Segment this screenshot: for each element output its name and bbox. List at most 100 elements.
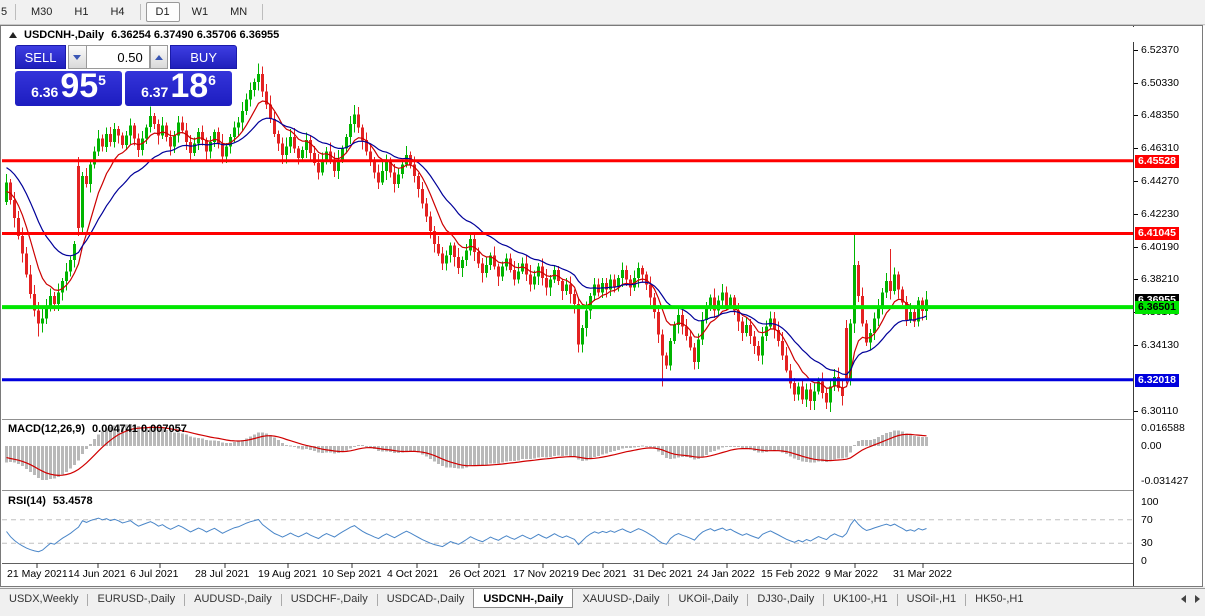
- timeframe-button-w1[interactable]: W1: [182, 2, 219, 22]
- date-label: 9 Dec 2021: [573, 568, 627, 580]
- date-label: 24 Jan 2022: [697, 568, 755, 580]
- chart-canvas[interactable]: [2, 42, 1133, 587]
- tab-uk100-h1[interactable]: UK100-,H1: [824, 590, 896, 607]
- price-axis-tick: [1134, 279, 1138, 280]
- macd-scale-label: 0.016588: [1141, 422, 1185, 434]
- rsi-value: 53.4578: [53, 495, 93, 507]
- rsi-line: [7, 518, 927, 552]
- order-prices-row: 6.36 95 5 6.37 18 6: [15, 71, 237, 106]
- date-label: 31 Dec 2021: [633, 568, 693, 580]
- rsi-scale-label: 30: [1141, 537, 1153, 549]
- sell-price-box[interactable]: 6.36 95 5: [15, 71, 122, 106]
- buy-button[interactable]: BUY: [170, 45, 237, 69]
- scroll-left-icon[interactable]: [1181, 595, 1186, 603]
- chart-title-ohlc: 6.36254 6.37490 6.35706 6.36955: [111, 29, 279, 41]
- price-axis-tick: [1134, 181, 1138, 182]
- tab-hk50-h1[interactable]: HK50-,H1: [966, 590, 1032, 607]
- timeframe-button-mn[interactable]: MN: [220, 2, 257, 22]
- price-axis-label: 6.48350: [1141, 109, 1179, 121]
- date-axis: 21 May 202114 Jun 20216 Jul 202128 Jul 2…: [0, 568, 1133, 584]
- sell-button[interactable]: SELL: [15, 45, 66, 69]
- date-label: 31 Mar 2022: [893, 568, 952, 580]
- tab-xauusd-daily[interactable]: XAUUSD-,Daily: [573, 590, 668, 607]
- buy-price-sup: 6: [208, 72, 216, 88]
- price-axis-label: 6.30110: [1141, 405, 1178, 417]
- price-axis-tick: [1134, 50, 1138, 51]
- buy-price-box[interactable]: 6.37 18 6: [125, 71, 232, 106]
- scroll-right-icon[interactable]: [1195, 595, 1200, 603]
- triangle-up-icon: [155, 55, 163, 60]
- date-label: 21 May 2021: [7, 568, 68, 580]
- date-label: 10 Sep 2021: [322, 568, 382, 580]
- tab-usdx-weekly[interactable]: USDX,Weekly: [0, 590, 87, 607]
- date-label: 6 Jul 2021: [130, 568, 178, 580]
- order-controls-row: SELL BUY: [15, 45, 237, 69]
- one-click-trading-panel: SELL BUY 6.36 95 5 6.37 18 6: [15, 45, 237, 106]
- price-axis-tick: [1134, 83, 1138, 84]
- volume-input[interactable]: [87, 45, 150, 69]
- chart-tabs-bar: USDX,WeeklyEURUSD-,DailyAUDUSD-,DailyUSD…: [0, 588, 1205, 616]
- tab-ukoil-daily[interactable]: UKOil-,Daily: [669, 590, 747, 607]
- price-axis-tick: [1134, 411, 1138, 412]
- candles-layer: [5, 63, 928, 412]
- toolbar-separator: [15, 4, 16, 20]
- macd-values: 0.004741 0.007057: [92, 423, 187, 435]
- rsi-name: RSI(14): [8, 495, 46, 507]
- price-axis-tick: [1134, 247, 1138, 248]
- tab-eurusd-daily[interactable]: EURUSD-,Daily: [88, 590, 184, 607]
- price-axis-label: 6.50330: [1141, 77, 1179, 89]
- price-axis-label: 6.44270: [1141, 175, 1179, 187]
- timeframe-button-m30[interactable]: M30: [21, 2, 62, 22]
- macd-indicator-label: MACD(12,26,9) 0.004741 0.007057: [8, 423, 187, 435]
- tab-audusd-daily[interactable]: AUDUSD-,Daily: [185, 590, 281, 607]
- price-axis: 6.52370 6.50330 6.48350 6.46310 6.44270 6.422…: [1134, 26, 1205, 586]
- toolbar-separator: [262, 4, 263, 20]
- date-label: 4 Oct 2021: [387, 568, 438, 580]
- rsi-indicator-label: RSI(14) 53.4578: [8, 495, 93, 507]
- price-axis-label: 6.46310: [1141, 142, 1179, 154]
- sell-price-big: 95: [60, 71, 98, 101]
- collapse-icon[interactable]: [9, 32, 17, 38]
- rsi-scale-label: 100: [1141, 496, 1159, 508]
- tab-usdchf-daily[interactable]: USDCHF-,Daily: [282, 590, 377, 607]
- timeframe-toolbar: 5 M30H1H4 D1W1MN: [0, 0, 1205, 25]
- price-tag-6.41045: 6.41045: [1135, 227, 1179, 240]
- date-label: 28 Jul 2021: [195, 568, 249, 580]
- date-label: 15 Feb 2022: [761, 568, 820, 580]
- timeframe-button-d1[interactable]: D1: [146, 2, 180, 22]
- price-axis-tick: [1134, 345, 1138, 346]
- tab-dj30-daily[interactable]: DJ30-,Daily: [748, 590, 823, 607]
- price-axis-label: 6.42230: [1141, 208, 1179, 220]
- price-axis-label: 6.40190: [1141, 241, 1179, 253]
- volume-increase-button[interactable]: [150, 45, 169, 69]
- sell-price-sup: 5: [98, 72, 106, 88]
- tab-scrollers: [1181, 595, 1200, 603]
- timeframe-button-5[interactable]: 5: [0, 2, 10, 22]
- date-label: 19 Aug 2021: [258, 568, 317, 580]
- price-axis-tick: [1134, 115, 1138, 116]
- price-axis-label: 6.52370: [1141, 44, 1179, 56]
- trading-platform-screen: 5 M30H1H4 D1W1MN USDCNH-,Daily 6.36254 6.3…: [0, 0, 1205, 616]
- timeframe-button-h4[interactable]: H4: [100, 2, 134, 22]
- price-tag-6.36501: 6.36501: [1135, 301, 1179, 314]
- tab-usdcad-daily[interactable]: USDCAD-,Daily: [378, 590, 474, 607]
- price-axis-label: 6.38210: [1141, 273, 1179, 285]
- price-tag-6.32018: 6.32018: [1135, 374, 1179, 387]
- chart-title-symbol: USDCNH-,Daily: [24, 29, 104, 41]
- rsi-scale-label: 0: [1141, 555, 1147, 567]
- macd-scale-label: -0.031427: [1141, 475, 1188, 487]
- sell-price-prefix: 6.36: [31, 84, 58, 100]
- price-axis-label: 6.34130: [1141, 339, 1179, 351]
- date-label: 17 Nov 2021: [513, 568, 573, 580]
- price-tag-6.45528: 6.45528: [1135, 155, 1179, 168]
- timeframe-button-h1[interactable]: H1: [64, 2, 98, 22]
- price-axis-tick: [1134, 148, 1138, 149]
- buy-price-prefix: 6.37: [141, 84, 168, 100]
- tab-usdcnh-daily[interactable]: USDCNH-,Daily: [473, 589, 573, 608]
- rsi-scale-label: 70: [1141, 514, 1153, 526]
- toolbar-separator: [140, 4, 141, 20]
- price-axis-tick: [1134, 214, 1138, 215]
- tab-usoil-h1[interactable]: USOil-,H1: [898, 590, 966, 607]
- date-label: 9 Mar 2022: [825, 568, 878, 580]
- volume-decrease-button[interactable]: [68, 45, 87, 69]
